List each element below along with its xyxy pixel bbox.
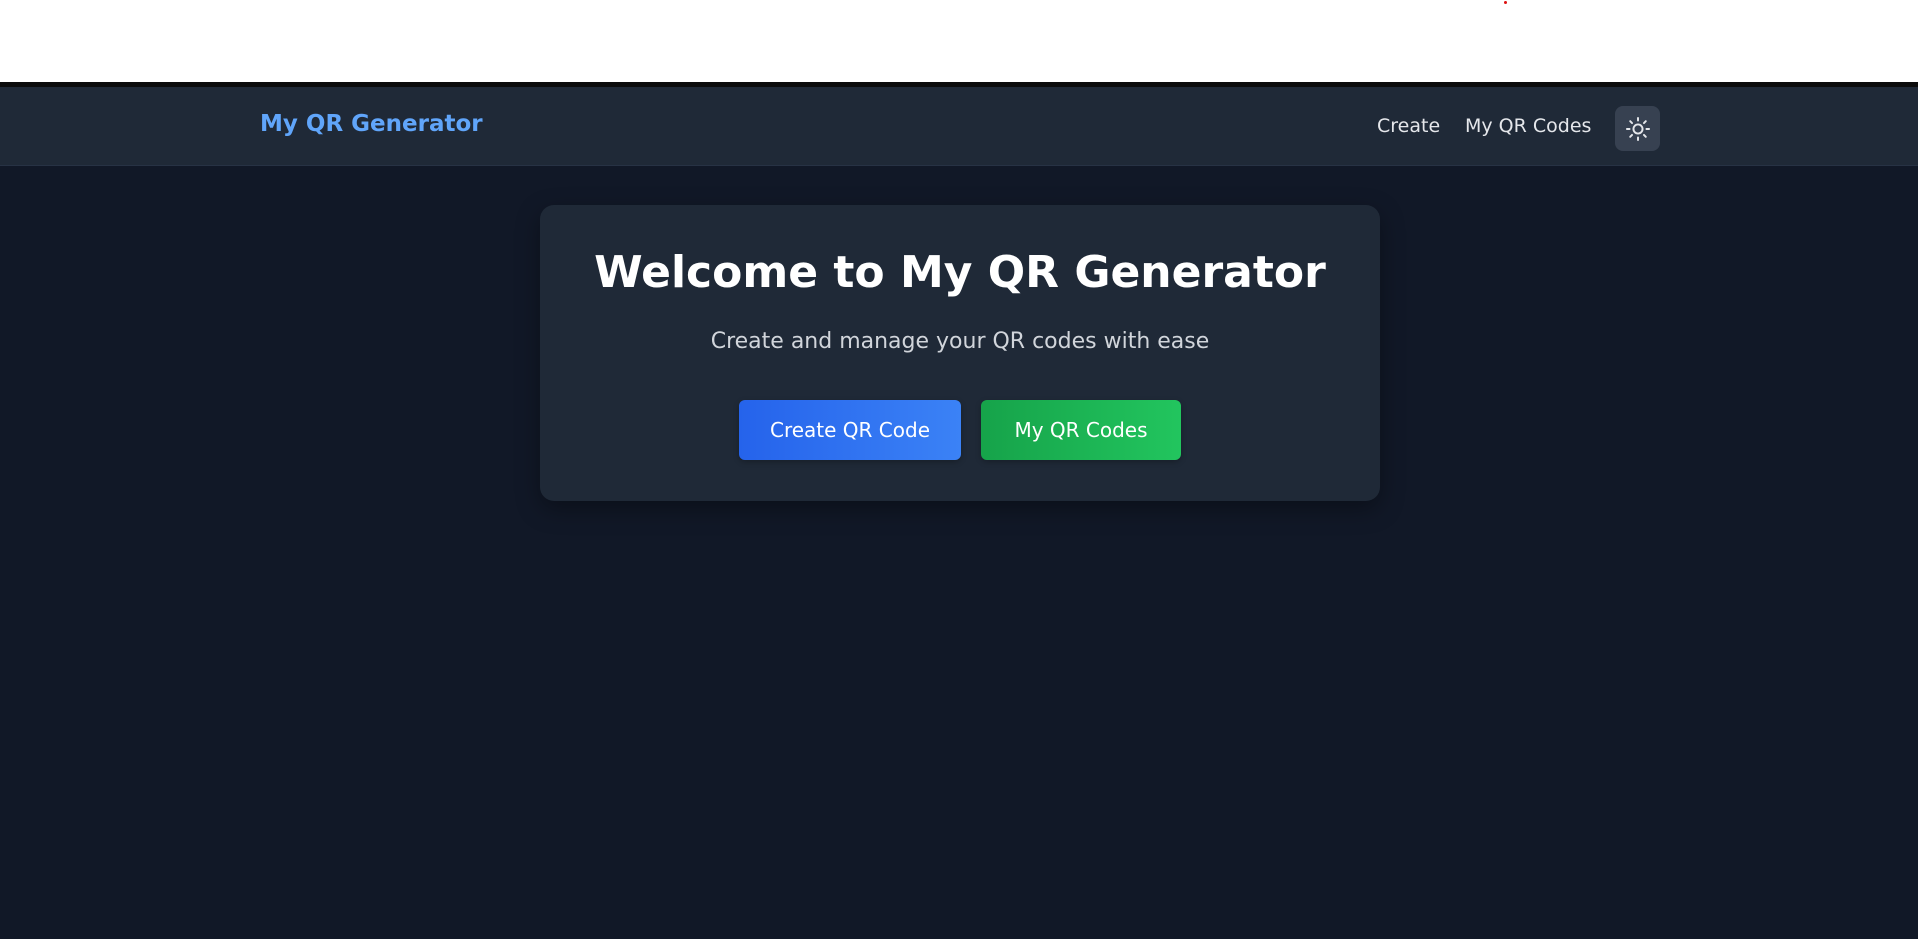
theme-toggle-button[interactable] <box>1615 106 1660 151</box>
browser-top-area <box>0 0 1918 82</box>
create-qr-code-button[interactable]: Create QR Code <box>739 400 961 460</box>
brand-link[interactable]: My QR Generator <box>260 111 483 137</box>
page: My QR Generator Create My QR Codes Welco… <box>0 87 1918 939</box>
welcome-title: Welcome to My QR Generator <box>594 247 1326 298</box>
red-dot-marker <box>1504 1 1507 4</box>
sun-icon <box>1625 116 1650 141</box>
welcome-subtitle: Create and manage your QR codes with eas… <box>710 329 1210 354</box>
nav-create-link[interactable]: Create <box>1377 115 1440 137</box>
welcome-card: Welcome to My QR Generator Create and ma… <box>540 205 1380 501</box>
my-qr-codes-button[interactable]: My QR Codes <box>981 400 1181 460</box>
nav-my-qr-codes-link[interactable]: My QR Codes <box>1465 115 1591 137</box>
navbar: My QR Generator Create My QR Codes <box>0 87 1918 166</box>
